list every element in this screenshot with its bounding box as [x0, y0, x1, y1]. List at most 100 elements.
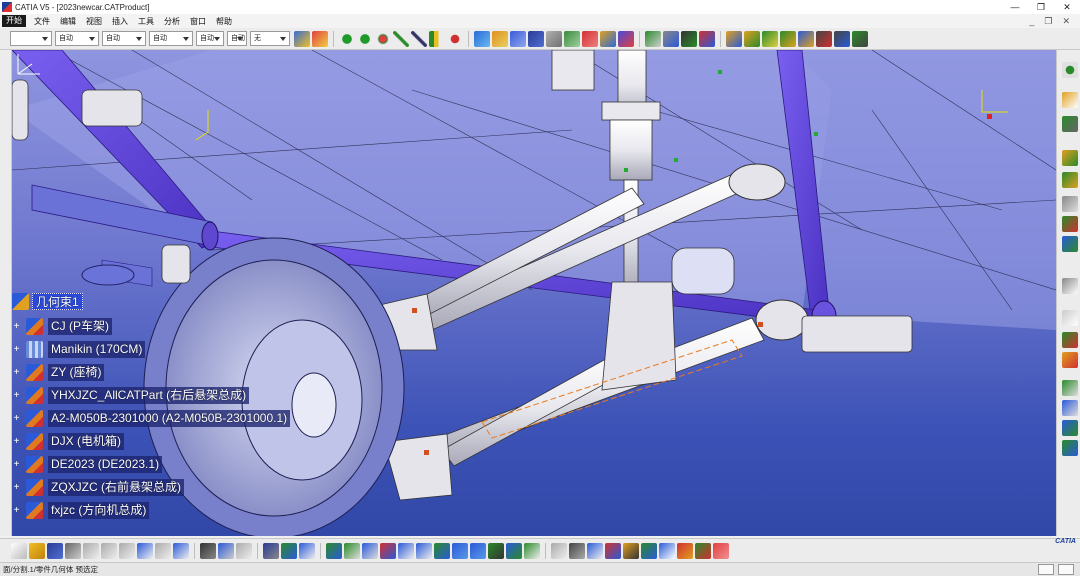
- replace-component-icon[interactable]: [798, 30, 814, 47]
- tree-item-label[interactable]: ZQXJZC (右前悬架总成): [48, 479, 184, 496]
- rendering-combo[interactable]: 自动: [227, 31, 247, 46]
- formula-icon[interactable]: [200, 542, 216, 559]
- expand-icon[interactable]: +: [12, 460, 21, 470]
- layer-combo[interactable]: 无: [250, 31, 290, 46]
- axis-compass-icon[interactable]: [12, 50, 46, 80]
- fly-mode-icon[interactable]: [326, 542, 342, 559]
- tree-item-label[interactable]: DJX (电机箱): [48, 433, 124, 450]
- contact-icon[interactable]: [510, 30, 526, 47]
- swap-visible-space-icon[interactable]: [524, 542, 540, 559]
- grid-icon[interactable]: [713, 542, 729, 559]
- doc-minimize-button[interactable]: _: [1029, 16, 1034, 27]
- tree-item-label[interactable]: CJ (P车架): [48, 318, 112, 335]
- expand-icon[interactable]: +: [12, 322, 21, 332]
- table-icon[interactable]: [263, 542, 279, 559]
- reuse-pattern-icon[interactable]: [663, 30, 679, 47]
- snap-icon[interactable]: [375, 30, 391, 47]
- tree-item[interactable]: + fxjzc (方向机总成): [12, 500, 332, 521]
- menu-help[interactable]: 帮助: [211, 16, 237, 27]
- redo-icon[interactable]: [155, 542, 171, 559]
- tree-item-label[interactable]: fxjzc (方向机总成): [48, 502, 150, 519]
- tree-root-label[interactable]: 几何束1: [32, 293, 83, 310]
- command-field[interactable]: [1038, 564, 1054, 575]
- hide-show-icon[interactable]: [506, 542, 522, 559]
- menu-view[interactable]: 视图: [81, 16, 107, 27]
- new-component-icon[interactable]: [726, 30, 742, 47]
- menu-file[interactable]: 文件: [29, 16, 55, 27]
- multi-instantiation-icon[interactable]: [852, 30, 868, 47]
- fix-icon[interactable]: [474, 30, 490, 47]
- color-combo[interactable]: [10, 31, 52, 46]
- zoom-in-icon[interactable]: [398, 542, 414, 559]
- doc-close-button[interactable]: ✕: [1062, 16, 1070, 27]
- flexible-rigid-icon[interactable]: [600, 30, 616, 47]
- close-button[interactable]: ✕: [1054, 0, 1080, 14]
- expand-icon[interactable]: +: [12, 506, 21, 516]
- expand-icon[interactable]: +: [12, 391, 21, 401]
- stop-manipulate-icon[interactable]: [447, 30, 463, 47]
- line-thickness-combo[interactable]: 自动: [102, 31, 146, 46]
- tree-item[interactable]: + ZQXJZC (右前悬架总成): [12, 477, 332, 498]
- iso-view-icon[interactable]: [470, 542, 486, 559]
- status-icon[interactable]: [1058, 564, 1074, 575]
- tree-item-label[interactable]: DE2023 (DE2023.1): [48, 456, 163, 473]
- tree-item-label[interactable]: A2-M050B-2301000 (A2-M050B-2301000.1): [48, 410, 291, 427]
- comment-icon[interactable]: [218, 542, 234, 559]
- material-icon[interactable]: [695, 542, 711, 559]
- sketch-icon[interactable]: [1062, 116, 1078, 132]
- point-type-combo[interactable]: 自动: [196, 31, 224, 46]
- expand-icon[interactable]: +: [12, 345, 21, 355]
- multi-view-icon[interactable]: [452, 542, 468, 559]
- spa-icon[interactable]: [281, 542, 297, 559]
- existing-component-icon[interactable]: [780, 30, 796, 47]
- zoom-out-icon[interactable]: [416, 542, 432, 559]
- refresh-icon[interactable]: [641, 542, 657, 559]
- catalog-icon[interactable]: [681, 30, 697, 47]
- product-structure-icon[interactable]: [1062, 150, 1078, 166]
- menu-tools[interactable]: 工具: [133, 16, 159, 27]
- transparency-combo[interactable]: 自动: [55, 31, 99, 46]
- fit-all-icon[interactable]: [344, 542, 360, 559]
- doc-restore-button[interactable]: ❐: [1044, 16, 1052, 27]
- insert-component-icon[interactable]: [1062, 172, 1078, 188]
- copy-icon[interactable]: [101, 542, 117, 559]
- environment-icon[interactable]: [677, 542, 693, 559]
- coincidence-icon[interactable]: [492, 30, 508, 47]
- new-product-icon[interactable]: [744, 30, 760, 47]
- normal-view-icon[interactable]: [434, 542, 450, 559]
- rotate-view-icon[interactable]: [380, 542, 396, 559]
- distance-icon[interactable]: [1062, 278, 1078, 294]
- tree-item-label[interactable]: ZY (座椅): [48, 364, 105, 381]
- weight-icon[interactable]: [623, 542, 639, 559]
- tree-item-label[interactable]: YHXJZC_AllCATPart (右后悬架总成): [48, 387, 250, 404]
- new-file-icon[interactable]: [11, 542, 27, 559]
- mechanism-icon[interactable]: [605, 542, 621, 559]
- knowledge-icon[interactable]: [236, 542, 252, 559]
- move-icon[interactable]: [339, 30, 355, 47]
- graph-tree-reorder-icon[interactable]: [816, 30, 832, 47]
- tree-view-icon[interactable]: [1062, 380, 1078, 396]
- line-type-combo[interactable]: 自动: [149, 31, 193, 46]
- catalog-browser-icon[interactable]: [1062, 400, 1078, 416]
- sphere-icon[interactable]: [1062, 62, 1078, 78]
- expand-icon[interactable]: +: [12, 437, 21, 447]
- ruler-icon[interactable]: [551, 542, 567, 559]
- expand-icon[interactable]: +: [12, 414, 21, 424]
- save-icon[interactable]: [47, 542, 63, 559]
- paste-icon[interactable]: [119, 542, 135, 559]
- annotation-icon[interactable]: [1062, 310, 1078, 326]
- tree-item[interactable]: + A2-M050B-2301000 (A2-M050B-2301000.1): [12, 408, 332, 429]
- tree-item[interactable]: + YHXJZC_AllCATPart (右后悬架总成): [12, 385, 332, 406]
- paint-brush-icon[interactable]: [294, 30, 310, 47]
- expand-icon[interactable]: +: [12, 368, 21, 378]
- maximize-button[interactable]: ❐: [1028, 0, 1054, 14]
- menu-analysis[interactable]: 分析: [159, 16, 185, 27]
- undo-icon[interactable]: [137, 542, 153, 559]
- pan-icon[interactable]: [362, 542, 378, 559]
- generate-numbering-icon[interactable]: [834, 30, 850, 47]
- offset-icon[interactable]: [528, 30, 544, 47]
- menu-insert[interactable]: 插入: [107, 16, 133, 27]
- print-icon[interactable]: [65, 542, 81, 559]
- bill-of-material-icon[interactable]: [299, 542, 315, 559]
- render-icon[interactable]: [659, 542, 675, 559]
